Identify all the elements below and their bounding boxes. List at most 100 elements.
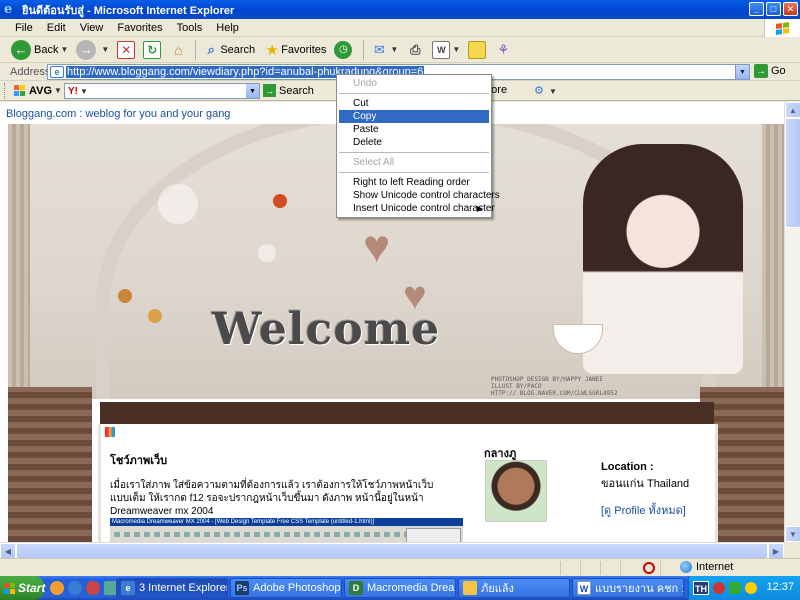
favorites-button[interactable]: ★ Favorites bbox=[260, 39, 329, 61]
flower-icon bbox=[148, 309, 162, 323]
illustrated-girl-image bbox=[583, 144, 743, 374]
taskbar-item-folder[interactable]: ภัยแล้ง bbox=[458, 578, 570, 598]
context-menu-item-delete[interactable]: Delete bbox=[339, 136, 489, 149]
toolbar-separator bbox=[363, 39, 365, 60]
avg-search-dropdown-icon[interactable]: ▼ bbox=[246, 84, 259, 98]
avg-logo[interactable]: AVG ▼ bbox=[14, 85, 62, 97]
maximize-button[interactable]: □ bbox=[766, 2, 781, 16]
submenu-arrow-icon: ▶ bbox=[476, 204, 483, 213]
menu-tools[interactable]: Tools bbox=[170, 22, 210, 34]
security-zone[interactable]: Internet bbox=[680, 561, 733, 573]
history-button[interactable]: ◷ bbox=[331, 39, 358, 61]
start-button[interactable]: Start bbox=[0, 576, 45, 600]
context-menu-label: Delete bbox=[353, 137, 382, 148]
avatar[interactable] bbox=[485, 460, 547, 522]
quicklaunch-ie-icon[interactable] bbox=[68, 581, 82, 595]
refresh-button[interactable]: ↻ bbox=[140, 39, 164, 61]
home-button[interactable]: ⌂ bbox=[166, 39, 190, 61]
mail-button[interactable]: ✉ ▼ bbox=[367, 39, 401, 61]
search-button[interactable]: ⌕ Search bbox=[199, 39, 258, 61]
tray-app-icon[interactable] bbox=[713, 582, 725, 594]
system-tray: TH 12:37 bbox=[688, 576, 800, 600]
window-title: ยินดีต้อนรับสู่ - Microsoft Internet Exp… bbox=[22, 4, 235, 17]
taskbar-item-label: 3 Internet Explorer bbox=[139, 582, 228, 594]
context-menu-label: Right to left Reading order bbox=[353, 177, 470, 188]
embedded-toolbar bbox=[114, 532, 414, 537]
stop-button[interactable]: ✕ bbox=[114, 39, 138, 61]
avg-search-button[interactable]: → Search bbox=[263, 84, 314, 97]
horizontal-scroll-thumb[interactable] bbox=[16, 543, 768, 559]
taskbar-item-document[interactable]: W แบบรายงาน คชก 1 ปี ... bbox=[572, 578, 684, 598]
yahoo-dropdown-icon[interactable]: ▼ bbox=[80, 87, 88, 96]
menu-edit[interactable]: Edit bbox=[40, 22, 73, 34]
folder-icon bbox=[463, 581, 477, 595]
back-button[interactable]: ← Back ▼ bbox=[8, 39, 71, 61]
home-icon: ⌂ bbox=[174, 41, 183, 58]
edit-dropdown-icon[interactable]: ▼ bbox=[452, 45, 460, 54]
go-button[interactable]: → Go bbox=[754, 64, 786, 78]
context-menu-label: Show Unicode control characters bbox=[353, 190, 500, 201]
discuss-button[interactable] bbox=[465, 39, 489, 61]
vertical-scrollbar[interactable]: ▲ ▼ bbox=[784, 102, 800, 542]
avg-label: AVG bbox=[29, 84, 53, 97]
address-dropdown-icon[interactable]: ▼ bbox=[735, 65, 749, 79]
vertical-scroll-thumb[interactable] bbox=[785, 118, 800, 228]
popup-blocked-icon[interactable] bbox=[643, 562, 655, 574]
status-cell bbox=[620, 561, 640, 575]
context-menu-label: Select All bbox=[353, 157, 395, 168]
forward-button[interactable]: → ▼ bbox=[73, 39, 112, 61]
ie-icon: e bbox=[4, 1, 13, 17]
menu-bar: File Edit View Favorites Tools Help bbox=[0, 19, 800, 37]
close-button[interactable]: ✕ bbox=[783, 2, 798, 16]
banner-right-border bbox=[762, 124, 784, 399]
taskbar-item-dreamweaver[interactable]: D Macromedia Dreamw... bbox=[344, 578, 456, 598]
taskbar: Start e 3 Internet Explorer ▼ Ps Adobe P… bbox=[0, 576, 800, 600]
avg-extra-icon: ⚙ bbox=[534, 85, 544, 97]
context-menu-item-cut[interactable]: Cut bbox=[339, 97, 489, 110]
context-menu-item-right-to-left-reading-order[interactable]: Right to left Reading order bbox=[339, 176, 489, 189]
quicklaunch-media-icon[interactable] bbox=[86, 581, 100, 595]
scroll-up-icon[interactable]: ▲ bbox=[785, 102, 800, 118]
taskbar-item-ie[interactable]: e 3 Internet Explorer ▼ bbox=[116, 578, 228, 598]
messenger-button[interactable]: ⚘ bbox=[491, 39, 515, 61]
scroll-down-icon[interactable]: ▼ bbox=[785, 526, 800, 542]
context-menu-item-paste[interactable]: Paste bbox=[339, 123, 489, 136]
tray-security-icon[interactable] bbox=[745, 582, 757, 594]
language-indicator[interactable]: TH bbox=[693, 581, 709, 595]
quicklaunch-app-icon[interactable] bbox=[50, 581, 64, 595]
menu-help[interactable]: Help bbox=[209, 22, 246, 34]
scroll-right-icon[interactable]: ▶ bbox=[768, 543, 784, 559]
taskbar-item-photoshop[interactable]: Ps Adobe Photoshop CS... bbox=[230, 578, 342, 598]
context-menu-item-copy[interactable]: Copy bbox=[339, 110, 489, 123]
avg-extra-dropdown-icon[interactable]: ▼ bbox=[549, 87, 557, 96]
mail-dropdown-icon[interactable]: ▼ bbox=[390, 45, 398, 54]
back-dropdown-icon[interactable]: ▼ bbox=[60, 45, 68, 54]
site-header-link[interactable]: Bloggang.com : weblog for you and your g… bbox=[6, 108, 230, 120]
toolbar-separator bbox=[195, 39, 197, 60]
title-bar[interactable]: e ยินดีต้อนรับสู่ - Microsoft Internet E… bbox=[0, 0, 800, 19]
menu-file[interactable]: File bbox=[8, 22, 40, 34]
toolbar-grip[interactable] bbox=[4, 82, 8, 99]
scroll-left-icon[interactable]: ◀ bbox=[0, 543, 16, 559]
forward-dropdown-icon[interactable]: ▼ bbox=[101, 45, 109, 54]
menu-view[interactable]: View bbox=[73, 22, 111, 34]
decor-bubble bbox=[158, 184, 198, 224]
avg-extra-button[interactable]: ⚙ ▼ bbox=[534, 84, 557, 97]
context-menu-item-show-unicode-control-characters[interactable]: Show Unicode control characters bbox=[339, 189, 500, 202]
print-button[interactable]: ⎙ bbox=[403, 39, 427, 61]
context-menu-item-insert-unicode-control-character[interactable]: Insert Unicode control character ▶ bbox=[339, 202, 495, 215]
heart-icon: ♥ bbox=[363, 220, 391, 272]
profile-link[interactable]: [ดู Profile ทั้งหมด] bbox=[601, 501, 686, 519]
printer-icon: ⎙ bbox=[410, 41, 421, 57]
tray-network-icon[interactable] bbox=[729, 582, 741, 594]
minimize-button[interactable]: _ bbox=[749, 2, 764, 16]
clock[interactable]: 12:37 bbox=[766, 581, 794, 593]
edit-button[interactable]: W ▼ bbox=[429, 39, 463, 61]
avg-search-input[interactable]: Y! ▼ ▼ bbox=[64, 83, 260, 99]
horizontal-scrollbar[interactable]: ◀ ▶ bbox=[0, 542, 784, 559]
avg-dropdown-icon[interactable]: ▼ bbox=[54, 86, 62, 95]
mail-icon: ✉ bbox=[373, 41, 385, 57]
embedded-window-title: Macromedia Dreamweaver MX 2004 - [Web De… bbox=[112, 519, 375, 525]
menu-favorites[interactable]: Favorites bbox=[110, 22, 169, 34]
context-menu-label: Undo bbox=[353, 78, 377, 89]
